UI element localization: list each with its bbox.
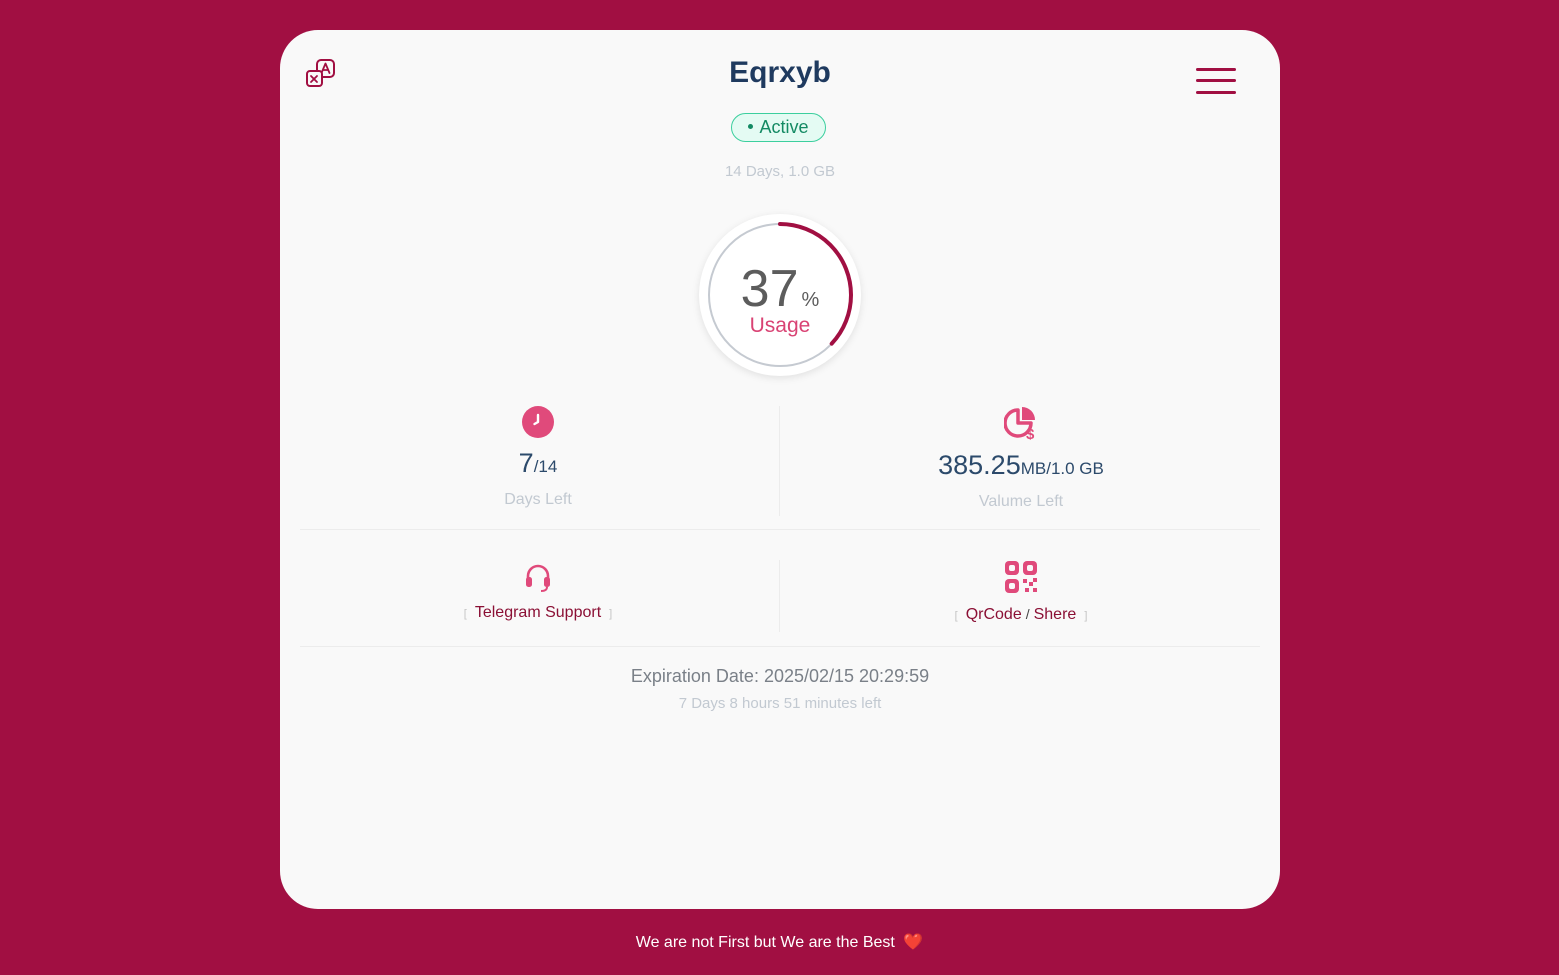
usage-percent-symbol: % bbox=[801, 289, 820, 311]
heart-icon: ❤️ bbox=[903, 934, 924, 951]
bracket-right-icon: ] bbox=[1084, 610, 1088, 622]
time-remaining: 7 Days 8 hours 51 minutes left bbox=[678, 695, 882, 712]
bracket-left-icon: [ bbox=[463, 608, 467, 620]
usage-gauge: 37% Usage bbox=[699, 214, 861, 376]
svg-text:$: $ bbox=[1026, 426, 1035, 440]
usage-label: Usage bbox=[749, 314, 811, 337]
usage-percent-value: 37 bbox=[740, 260, 799, 318]
usage-percent: 37% bbox=[699, 259, 861, 319]
status-badge: Active bbox=[731, 113, 826, 142]
bracket-left-icon: [ bbox=[954, 610, 958, 622]
volume-total: MB/1.0 GB bbox=[1020, 459, 1104, 478]
status-dot-icon bbox=[748, 124, 754, 130]
pie-chart-dollar-icon: $ bbox=[1004, 407, 1035, 440]
qrcode-share-button[interactable]: [ QrCode / Shere] bbox=[901, 560, 1141, 624]
volume-left-number: 385.25 bbox=[938, 450, 1021, 480]
share-label: Shere bbox=[1033, 606, 1077, 623]
hamburger-menu-icon[interactable] bbox=[1196, 66, 1238, 98]
volume-left-value: 385.25MB/1.0 GB bbox=[901, 450, 1141, 481]
section-divider bbox=[300, 646, 1260, 647]
clock-icon bbox=[522, 406, 554, 438]
headset-icon bbox=[526, 564, 550, 592]
status-text: Active bbox=[759, 117, 809, 137]
bracket-right-icon: ] bbox=[609, 608, 613, 620]
actions-divider bbox=[779, 560, 780, 632]
telegram-support-label: Telegram Support bbox=[474, 604, 602, 621]
telegram-support-button[interactable]: [ Telegram Support] bbox=[438, 562, 638, 622]
subscription-card: Eqrxyb Active 14 Days, 1.0 GB 37% Usage … bbox=[280, 30, 1280, 909]
section-divider bbox=[300, 529, 1260, 530]
footer-text: We are not First but We are the Best bbox=[635, 934, 895, 951]
days-left-number: 7 bbox=[518, 448, 534, 478]
footer-tagline: We are not First but We are the Best ❤️ bbox=[0, 932, 1559, 952]
stats-divider bbox=[779, 406, 780, 516]
days-left-stat: 7/14 Days Left bbox=[438, 406, 638, 509]
qrcode-label: QrCode bbox=[965, 606, 1022, 623]
expiration-date: Expiration Date: 2025/02/15 20:29:59 bbox=[630, 666, 930, 686]
days-left-label: Days Left bbox=[504, 491, 572, 508]
qrcode-separator: / bbox=[1025, 606, 1030, 622]
volume-left-label: Valume Left bbox=[978, 493, 1064, 510]
qrcode-icon bbox=[1005, 561, 1037, 593]
plan-summary: 14 Days, 1.0 GB bbox=[724, 163, 836, 180]
page-title: Eqrxyb bbox=[729, 56, 831, 89]
days-left-value: 7/14 bbox=[438, 448, 638, 479]
days-total: /14 bbox=[533, 457, 558, 476]
volume-left-stat: $ 385.25MB/1.0 GB Valume Left bbox=[901, 406, 1141, 511]
